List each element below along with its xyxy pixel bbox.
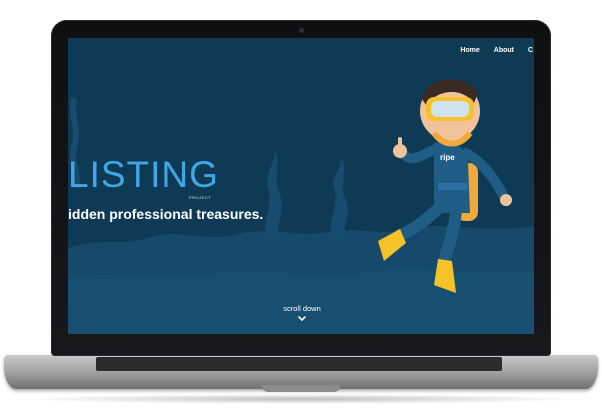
- laptop-shadow: [20, 394, 582, 404]
- camera-icon: [299, 28, 304, 33]
- website-screen: Home About C LISTING PROJECT idden profe…: [68, 38, 534, 334]
- chevron-down-icon[interactable]: [292, 315, 312, 325]
- nav-item-contact[interactable]: C: [528, 47, 534, 54]
- laptop-notch: [262, 385, 340, 392]
- scroll-down-label[interactable]: scroll down: [276, 304, 328, 313]
- top-nav: Home About C: [460, 47, 534, 54]
- hero-title: LISTING: [68, 154, 219, 195]
- hero-subtitle: PROJECT: [189, 195, 212, 200]
- nav-item-about[interactable]: About: [494, 47, 514, 54]
- nav-item-home[interactable]: Home: [460, 47, 479, 54]
- laptop-mockup: Home About C LISTING PROJECT idden profe…: [0, 0, 602, 415]
- laptop-keyboard: [96, 357, 502, 371]
- diver-chest-label: ripe: [440, 153, 455, 162]
- hero-tagline: idden professional treasures.: [68, 206, 264, 222]
- diver-illustration: ripe: [378, 79, 512, 293]
